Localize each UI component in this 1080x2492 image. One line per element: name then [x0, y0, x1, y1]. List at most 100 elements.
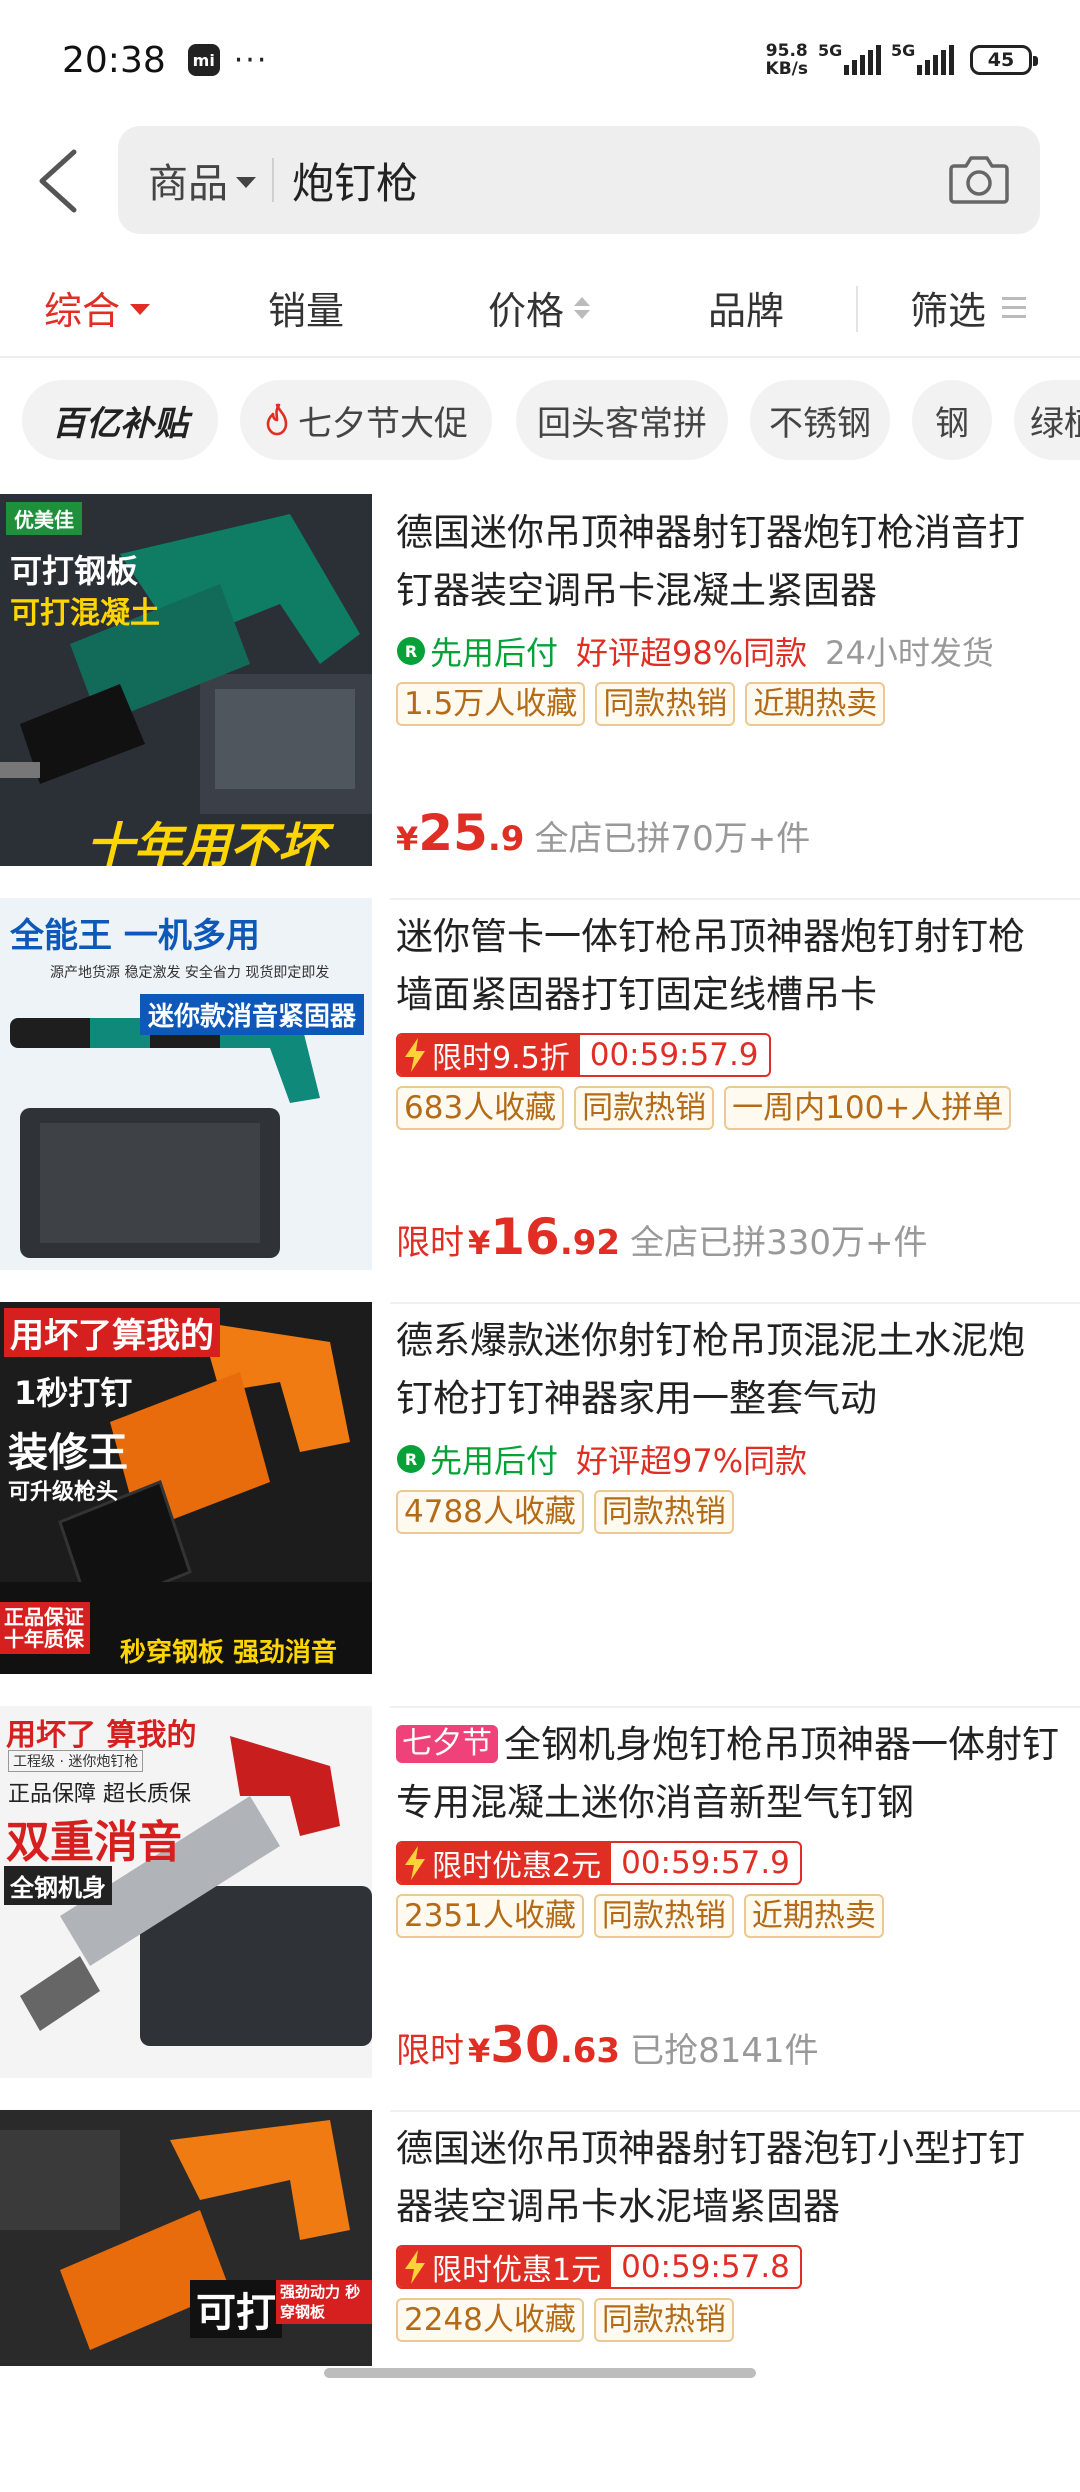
price-row: ¥ 25 .9 全店已拼70万+件: [396, 804, 810, 862]
product-title[interactable]: 德系爆款迷你射钉枪吊顶混泥土水泥炮钉枪打钉神器家用一整套气动: [396, 1312, 1060, 1428]
thumb-subline: 强劲动力 秒穿钢板: [276, 2280, 372, 2324]
filter-icon: [1002, 297, 1027, 318]
search-input[interactable]: 炮钉枪: [292, 150, 418, 211]
sort-brand-label: 品牌: [708, 289, 785, 333]
more-notifications-icon: ···: [233, 42, 269, 78]
search-scope-dropdown[interactable]: 商品: [148, 151, 256, 209]
shield-check-icon: R: [397, 637, 425, 665]
svg-text:R: R: [405, 1450, 417, 1469]
hot-selling-badge: 同款热销: [595, 682, 736, 726]
currency-symbol: ¥: [468, 1224, 491, 1262]
search-header: 商品 炮钉枪: [0, 124, 1080, 236]
price-row: 限时 ¥ 16 .92 全店已拼330万+件: [396, 1208, 927, 1266]
hot-selling-badge: 同款热销: [593, 1490, 734, 1534]
currency-symbol: ¥: [396, 820, 419, 858]
network-speed-value: 95.8: [765, 41, 808, 61]
divider: [272, 158, 274, 202]
product-image[interactable]: 可打 强劲动力 秒穿钢板: [0, 2110, 372, 2366]
product-meta: 限时9.5折 00:59:57.9: [396, 1032, 1060, 1078]
product-title[interactable]: 德国迷你吊顶神器射钉器炮钉枪消音打钉器装空调吊卡混凝土紧固器: [396, 504, 1060, 620]
product-info: 德国迷你吊顶神器射钉器泡钉小型打钉器装空调吊卡水泥墙紧固器 限时优惠1元 00:…: [396, 2120, 1060, 2492]
countdown-timer: 00:59:57.9: [621, 1845, 790, 1881]
favorites-badge: 2248人收藏: [396, 2298, 584, 2342]
shield-check-icon: R: [397, 1445, 425, 1473]
favorites-badge: 683人收藏: [396, 1086, 565, 1130]
brand-label: 优美佳: [6, 502, 82, 535]
sort-price[interactable]: 价格: [488, 280, 591, 335]
chip-stainless[interactable]: 不锈钢: [750, 380, 890, 460]
thumb-caption: 装修王: [8, 1430, 128, 1476]
countdown-timer: 00:59:57.8: [621, 2249, 790, 2285]
tag-chip-row: 百亿补贴 七夕节大促 回头客常拼 不锈钢 钢 绿植: [0, 378, 1080, 462]
chip-repeat-customers[interactable]: 回头客常拼: [516, 380, 728, 460]
currency-symbol: ¥: [468, 2032, 491, 2070]
sort-arrows-icon: [574, 296, 591, 319]
sort-brand[interactable]: 品牌: [708, 280, 784, 335]
product-image[interactable]: 用坏了算我的 1秒打钉 装修王 可升级枪头 正品保证 十年质保 秒穿钢板 强劲消…: [0, 1302, 372, 1674]
lightning-icon: [405, 1846, 425, 1880]
pay-later-label: R 先用后付: [396, 628, 558, 674]
signal-icon: 5G: [891, 41, 954, 75]
chip-subsidy[interactable]: 百亿补贴: [22, 380, 218, 460]
product-info: 七夕节 全钢机身炮钉枪吊顶神器一体射钉专用混凝土迷你消音新型气钉钢 限时优惠2元 …: [396, 1716, 1060, 2088]
camera-search-button[interactable]: [948, 150, 1010, 208]
badge-row: 683人收藏 同款热销 一周内100+人拼单: [396, 1086, 1060, 1130]
product-image[interactable]: 全能王 一机多用 源产地货源 稳定激发 安全省力 现货即定即发 迷你款消音紧固器: [0, 898, 372, 1270]
product-card[interactable]: 全能王 一机多用 源产地货源 稳定激发 安全省力 现货即定即发 迷你款消音紧固器…: [0, 898, 1080, 1304]
product-title[interactable]: 德国迷你吊顶神器射钉器泡钉小型打钉器装空调吊卡水泥墙紧固器: [396, 2120, 1060, 2236]
thumb-caption: 双重消音: [6, 1817, 182, 1868]
hot-selling-badge: 同款热销: [593, 1894, 734, 1938]
filter-label: 筛选: [910, 289, 987, 333]
product-image[interactable]: 优美佳 可打钢板 可打混凝土 十年用不坏: [0, 494, 372, 866]
price-integer: 25: [418, 804, 488, 862]
product-card[interactable]: 可打 强劲动力 秒穿钢板 德国迷你吊顶神器射钉器泡钉小型打钉器装空调吊卡水泥墙紧…: [0, 2110, 1080, 2366]
sort-composite[interactable]: 综合: [44, 280, 151, 335]
thumb-subline: 工程级 · 迷你炮钉枪: [8, 1750, 144, 1772]
review-rate: 好评超97%同款: [576, 1442, 808, 1480]
search-bar[interactable]: 商品 炮钉枪: [118, 126, 1040, 234]
home-indicator[interactable]: [324, 2368, 756, 2378]
thumb-subline: 源产地货源 稳定激发 安全省力 现货即定即发: [50, 965, 330, 981]
search-scope-label: 商品: [148, 161, 228, 207]
thumb-caption: 可升级枪头: [8, 1480, 119, 1505]
promo-text: 限时优惠2元: [432, 1849, 602, 1884]
thumb-caption: 可打: [190, 2280, 282, 2338]
thumb-subline: 正品保障 超长质保: [8, 1782, 191, 1807]
product-card[interactable]: 用坏了 算我的 工程级 · 迷你炮钉枪 正品保障 超长质保 双重消音 全钢机身 …: [0, 1706, 1080, 2112]
sort-composite-label: 综合: [44, 289, 121, 333]
chip-steel[interactable]: 钢: [912, 380, 992, 460]
filter-button[interactable]: 筛选: [910, 280, 1027, 335]
product-card[interactable]: 优美佳 可打钢板 可打混凝土 十年用不坏 德国迷你吊顶神器射钉器炮钉枪消音打钉器…: [0, 494, 1080, 900]
back-button[interactable]: [30, 146, 90, 216]
price-decimal: .92: [559, 1223, 621, 1263]
mi-notification-icon: mi: [187, 44, 220, 76]
thumb-caption: 全钢机身: [4, 1866, 112, 1905]
product-image[interactable]: 用坏了 算我的 工程级 · 迷你炮钉枪 正品保障 超长质保 双重消音 全钢机身: [0, 1706, 372, 2078]
promo-label: 限时优惠1元: [398, 2247, 612, 2287]
sort-sales[interactable]: 销量: [268, 280, 344, 335]
product-meta: R 先用后付 好评超97%同款: [396, 1436, 1060, 1482]
thumb-caption: 1秒打钉: [14, 1374, 133, 1412]
chip-qixi-promo[interactable]: 七夕节大促: [240, 380, 492, 460]
svg-text:R: R: [405, 642, 417, 661]
network-speed: 95.8 KB/s: [766, 42, 808, 78]
product-card[interactable]: 用坏了算我的 1秒打钉 装修王 可升级枪头 正品保证 十年质保 秒穿钢板 强劲消…: [0, 1302, 1080, 1708]
thumb-guarantee: 正品保证 十年质保: [0, 1602, 90, 1654]
battery-icon: 45: [970, 45, 1038, 75]
product-info: 迷你管卡一体钉枪吊顶神器炮钉射钉枪墙面紧固器打钉固定线槽吊卡 限时9.5折 00…: [396, 908, 1060, 1280]
promo-label: 限时9.5折: [398, 1035, 580, 1075]
caret-down-icon: [236, 176, 256, 188]
chip-green-plant[interactable]: 绿植: [1014, 380, 1080, 460]
product-title[interactable]: 七夕节 全钢机身炮钉枪吊顶神器一体射钉专用混凝土迷你消音新型气钉钢: [396, 1716, 1060, 1832]
flash-promo-tag: 限时优惠2元 00:59:57.9: [396, 1841, 802, 1885]
promo-text: 限时9.5折: [432, 1041, 570, 1076]
shipping-time: 24小时发货: [825, 634, 994, 672]
sort-sales-label: 销量: [268, 289, 345, 333]
lightning-icon: [405, 1038, 425, 1072]
sales-count: 已抢8141件: [630, 2031, 819, 2071]
product-title[interactable]: 迷你管卡一体钉枪吊顶神器炮钉射钉枪墙面紧固器打钉固定线槽吊卡: [396, 908, 1060, 1024]
badge-row: 4788人收藏 同款热销: [396, 1490, 1060, 1534]
pay-later-text: 先用后付: [430, 1442, 559, 1480]
caret-down-icon: [130, 304, 151, 315]
trending-badge: 近期热卖: [745, 682, 886, 726]
